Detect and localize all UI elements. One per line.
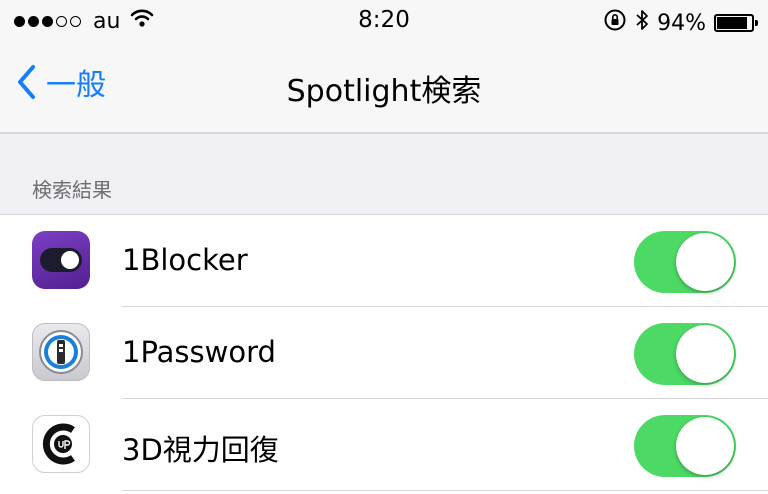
row-label: 1Blocker [122, 243, 248, 277]
3d-vision-app-icon [32, 415, 90, 473]
battery-icon [714, 14, 758, 32]
battery-percent: 94% [657, 10, 706, 36]
1password-app-icon [32, 323, 90, 381]
1blocker-app-icon [32, 231, 90, 289]
row-label: 3D視力回復 [122, 433, 279, 467]
search-results-list: 1Blocker 1Password 3D視力回復 [0, 214, 768, 494]
navigation-bar: 一般 Spotlight検索 [0, 40, 768, 134]
row-label: 1Password [122, 335, 276, 369]
toggle-3d-vision[interactable] [634, 415, 736, 477]
list-item: 1Blocker [0, 215, 768, 307]
page-title: Spotlight検索 [286, 74, 482, 109]
orientation-lock-icon [603, 8, 627, 38]
toggle-1blocker[interactable] [634, 231, 736, 293]
status-right: 94% [603, 8, 758, 38]
bluetooth-icon [635, 8, 649, 38]
list-item: 3D視力回復 [0, 399, 768, 491]
section-header: 検索結果 [32, 178, 112, 202]
toggle-1password[interactable] [634, 323, 736, 385]
list-item: 1Password [0, 307, 768, 399]
status-bar: au 8:20 94% [0, 0, 768, 40]
